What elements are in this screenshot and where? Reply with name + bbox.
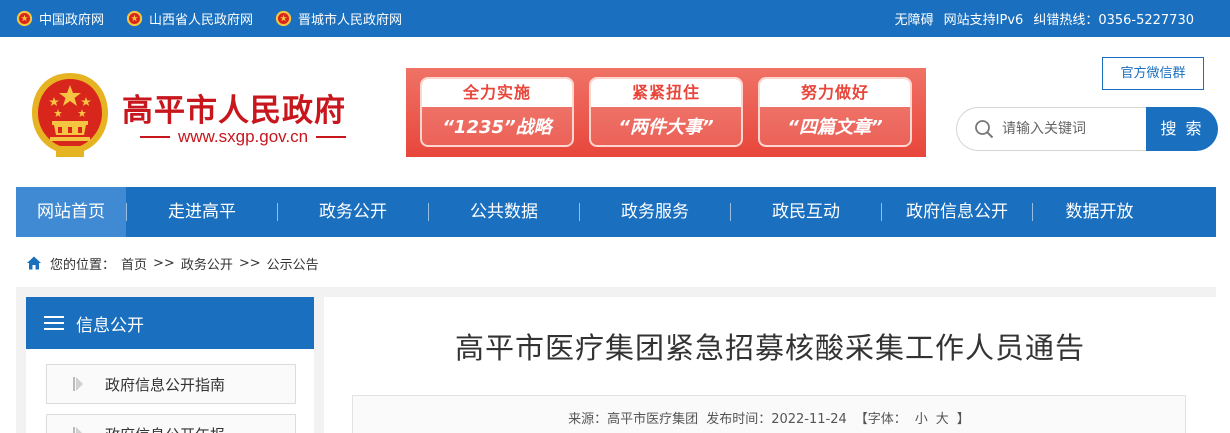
nav-item-open-data[interactable]: 数据开放: [1033, 187, 1166, 237]
slogan-top: 努力做好: [760, 79, 910, 107]
triangle-right-icon: [73, 427, 82, 433]
nav-item-services[interactable]: 政务服务: [580, 187, 730, 237]
main-nav: 网站首页 走进高平 政务公开 公共数据 政务服务 政民互动 政府信息公开 数据开…: [16, 187, 1216, 237]
sidebar-item-label: 政府信息公开指南: [105, 375, 226, 394]
divider: [140, 136, 170, 138]
sidebar: 信息公开 政府信息公开指南 政府信息公开年报: [26, 297, 314, 433]
nav-item-home[interactable]: 网站首页: [16, 187, 126, 237]
slogan-card: 紧紧扭住 “两件大事”: [589, 77, 743, 147]
nav-item-public-data[interactable]: 公共数据: [429, 187, 579, 237]
font-large-button[interactable]: 大: [936, 408, 949, 427]
font-size-label: 【字体：: [854, 412, 907, 427]
site-header: 高平市人民政府 www.sxgp.gov.cn 全力实施 “1235”战略 紧紧…: [0, 37, 1230, 186]
slogan-card: 努力做好 “四篇文章”: [758, 77, 912, 147]
slogan-bottom: “1235”战略: [442, 117, 552, 138]
nav-item-about[interactable]: 走进高平: [127, 187, 277, 237]
home-icon: [27, 256, 41, 270]
search-input[interactable]: [1002, 117, 1142, 141]
national-emblem-logo-icon[interactable]: [26, 69, 114, 159]
breadcrumb-affairs[interactable]: 政务公开: [181, 254, 233, 273]
search-button[interactable]: 搜 索: [1146, 107, 1218, 151]
font-size-end: 】: [956, 412, 970, 427]
sidebar-item-guide[interactable]: 政府信息公开指南: [46, 364, 296, 404]
breadcrumb: 您的位置： 首页 >> 政务公开 >> 公示公告: [26, 251, 325, 275]
triangle-right-icon: [73, 377, 83, 391]
national-emblem-icon: [126, 10, 143, 27]
search-bar: 搜 索: [956, 107, 1218, 151]
nav-item-interaction[interactable]: 政民互动: [731, 187, 881, 237]
breadcrumb-home[interactable]: 首页: [121, 254, 147, 273]
breadcrumb-notices[interactable]: 公示公告: [267, 254, 319, 273]
top-bar: 中国政府网 山西省人民政府网 晋城市人民政府网 无障碍 网站支持IPv6 纠错热…: [0, 0, 1230, 37]
ipv6-badge: 网站支持IPv6: [943, 13, 1024, 28]
menu-icon: [44, 316, 64, 330]
search-icon: [975, 120, 994, 139]
top-bar-right: 无障碍 网站支持IPv6 纠错热线：0356-5227730: [885, 0, 1194, 37]
site-name[interactable]: 高平市人民政府: [122, 85, 346, 130]
gov-links: 中国政府网 山西省人民政府网 晋城市人民政府网: [16, 0, 424, 37]
article-title: 高平市医疗集团紧急招募核酸采集工作人员通告: [454, 331, 1085, 365]
article-panel: 高平市医疗集团紧急招募核酸采集工作人员通告 来源：高平市医疗集团 发布时间：20…: [324, 297, 1216, 433]
link-label: 晋城市人民政府网: [298, 13, 403, 28]
accessibility-link[interactable]: 无障碍: [895, 9, 934, 28]
divider: [316, 136, 347, 138]
slogan-top: 紧紧扭住: [591, 79, 741, 107]
slogan-banner[interactable]: 全力实施 “1235”战略 紧紧扭住 “两件大事” 努力做好 “四篇文章”: [406, 68, 926, 157]
nav-item-info-disclosure[interactable]: 政府信息公开: [882, 187, 1032, 237]
link-china-gov[interactable]: 中国政府网: [16, 9, 104, 28]
sidebar-header: 信息公开: [26, 297, 314, 349]
link-label: 中国政府网: [39, 13, 105, 28]
slogan-bottom: “两件大事”: [618, 117, 714, 138]
slogan-bottom: “四篇文章”: [787, 117, 883, 138]
article-source: 来源：高平市医疗集团: [568, 412, 699, 427]
font-small-button[interactable]: 小: [915, 408, 928, 427]
hotline-text: 纠错热线：0356-5227730: [1033, 13, 1194, 28]
article-date: 发布时间：2022-11-24: [706, 412, 847, 427]
site-url: www.sxgp.gov.cn: [132, 127, 354, 147]
wechat-group-button[interactable]: 官方微信群: [1102, 57, 1204, 90]
breadcrumb-separator: >>: [153, 255, 175, 271]
slogan-card: 全力实施 “1235”战略: [420, 77, 574, 147]
sidebar-item-annual-report[interactable]: 政府信息公开年报: [46, 414, 296, 433]
site-url-text: www.sxgp.gov.cn: [178, 127, 309, 146]
slogan-top: 全力实施: [422, 79, 572, 107]
article-meta: 来源：高平市医疗集团 发布时间：2022-11-24 【字体： 小 大 】: [352, 395, 1186, 433]
link-label: 山西省人民政府网: [149, 13, 254, 28]
breadcrumb-separator: >>: [238, 255, 261, 271]
link-shanxi-gov[interactable]: 山西省人民政府网: [126, 9, 253, 28]
link-jincheng-gov[interactable]: 晋城市人民政府网: [275, 9, 402, 28]
breadcrumb-prefix: 您的位置：: [50, 257, 116, 273]
national-emblem-icon: [275, 10, 292, 27]
nav-item-affairs[interactable]: 政务公开: [278, 187, 428, 237]
national-emblem-icon: [16, 10, 33, 27]
sidebar-item-label: 政府信息公开年报: [105, 424, 225, 433]
sidebar-title: 信息公开: [76, 315, 144, 336]
